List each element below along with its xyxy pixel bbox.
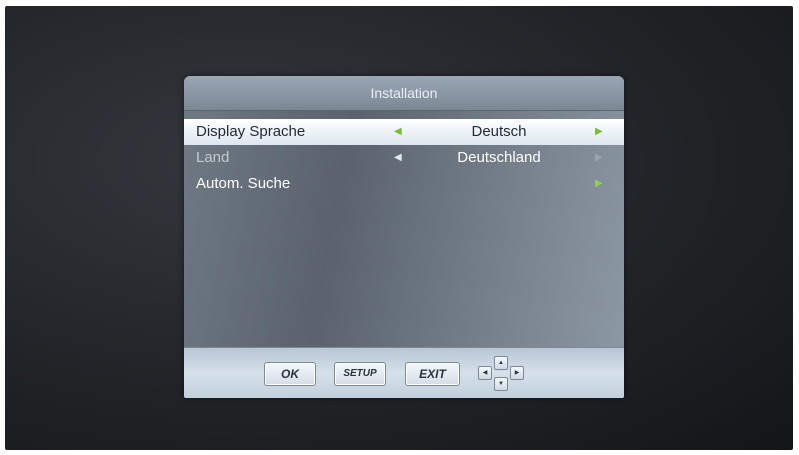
menu-item-country[interactable]: Land ◀ Deutschland ▶	[184, 145, 624, 171]
arrow-left-icon[interactable]: ◀	[394, 145, 402, 171]
arrow-right-icon[interactable]: ▶	[595, 145, 603, 171]
dialog-title: Installation	[184, 76, 624, 111]
dpad-up-icon[interactable]: ▲	[494, 356, 508, 370]
button-bar: OK SETUP EXIT ▲ ◀ ▶ ▼	[184, 347, 624, 398]
menu-item-display-language[interactable]: Display Sprache ◀ Deutsch ▶	[184, 119, 624, 145]
tv-screen: Installation Display Sprache ◀ Deutsch ▶…	[5, 6, 793, 450]
menu-item-label: Display Sprache	[196, 123, 306, 140]
dpad-left-icon[interactable]: ◀	[478, 366, 492, 380]
setup-button[interactable]: SETUP	[334, 362, 386, 386]
arrow-left-icon[interactable]: ◀	[394, 119, 402, 145]
menu-item-value: Deutsch	[471, 123, 527, 140]
installation-dialog: Installation Display Sprache ◀ Deutsch ▶…	[184, 76, 624, 398]
exit-button[interactable]: EXIT	[405, 362, 460, 386]
arrow-right-icon[interactable]: ▶	[595, 119, 603, 145]
ok-button[interactable]: OK	[264, 362, 316, 386]
dpad-icon: ▲ ◀ ▶ ▼	[474, 356, 528, 391]
menu-item-auto-search[interactable]: Autom. Suche ▶	[184, 171, 624, 197]
menu-item-label: Land	[196, 149, 230, 166]
menu-item-label: Autom. Suche	[196, 175, 291, 192]
menu-item-value: Deutschland	[457, 149, 541, 166]
arrow-right-icon[interactable]: ▶	[595, 171, 603, 197]
dpad-down-icon[interactable]: ▼	[494, 377, 508, 391]
dpad-right-icon[interactable]: ▶	[510, 366, 524, 380]
menu-list: Display Sprache ◀ Deutsch ▶ Land ◀ Deuts…	[184, 119, 624, 197]
